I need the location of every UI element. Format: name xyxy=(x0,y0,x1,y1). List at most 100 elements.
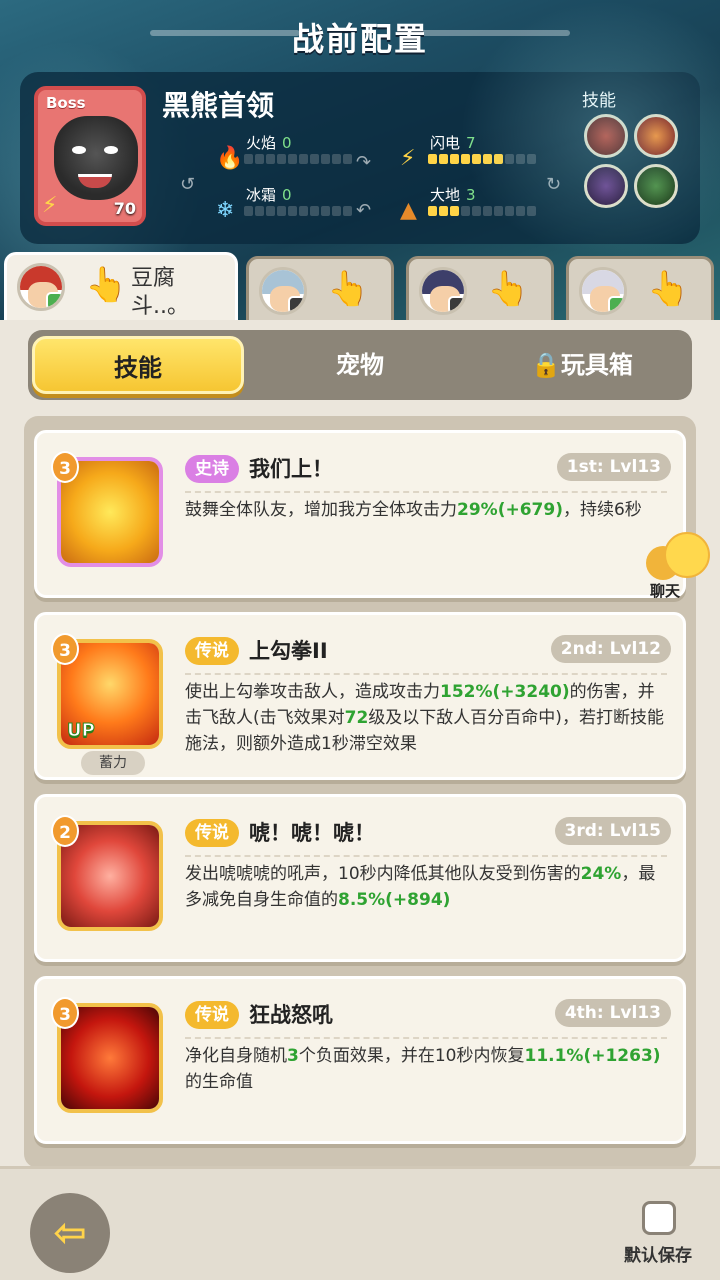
element-lightning-label: 闪电 7 xyxy=(430,134,476,152)
rarity-badge: 史诗 xyxy=(185,455,239,483)
element-bar-segment xyxy=(439,154,448,164)
lightning-icon: ⚡ xyxy=(42,193,58,218)
skill-name: 唬！唬！唬！ xyxy=(249,821,375,845)
element-bar-segment xyxy=(277,206,286,216)
chat-badge-icon xyxy=(46,292,62,308)
element-bar-segment xyxy=(472,154,481,164)
page-title: 战前配置 xyxy=(291,20,428,58)
tap-hand-icon: 👆 xyxy=(85,265,128,305)
element-bar-segment xyxy=(343,206,352,216)
skill-slot-tag: 2nd: Lvl12 xyxy=(550,635,671,663)
element-bar-segment xyxy=(310,154,319,164)
element-bar-segment xyxy=(527,206,536,216)
hero-tab-2[interactable]: 👆 xyxy=(246,256,394,322)
skill-card-4[interactable]: 3 传说 狂战怒吼 4th: Lvl13 净化自身随机3个负面效果，并在10秒内… xyxy=(34,976,686,1144)
tap-hand-icon: 👆 xyxy=(487,269,530,309)
tab-toybox-label: 玩具箱 xyxy=(560,351,633,379)
hero-avatar xyxy=(579,267,627,315)
boss-skill-icon[interactable] xyxy=(634,114,678,158)
skill-name: 上勾拳II xyxy=(249,639,328,663)
element-bar-segment xyxy=(483,206,492,216)
boss-skill-icon[interactable] xyxy=(634,164,678,208)
earth-icon: ▲ xyxy=(400,198,417,223)
footer-bar: ⇦ 默认保存 xyxy=(0,1166,720,1280)
element-bar-segment xyxy=(321,206,330,216)
rarity-badge: 传说 xyxy=(185,637,239,665)
element-bar-segment xyxy=(428,206,437,216)
element-earth-label: 大地 3 xyxy=(430,186,476,204)
lightning-icon: ⚡ xyxy=(400,146,416,171)
skill-card-3[interactable]: 2 传说 唬！唬！唬！ 3rd: Lvl15 发出唬唬唬的吼声，10秒内降低其他… xyxy=(34,794,686,962)
element-bar-segment xyxy=(461,154,470,164)
chat-badge-icon xyxy=(448,296,464,312)
rarity-badge: 传说 xyxy=(185,1001,239,1029)
hero-avatar xyxy=(259,267,307,315)
boss-portrait[interactable]: Boss ⚡ 70 xyxy=(34,86,146,226)
chat-button[interactable]: 聊天 xyxy=(646,532,712,604)
boss-skill-icon[interactable] xyxy=(584,164,628,208)
skill-card-2[interactable]: UP 3 蓄力 传说 上勾拳II 2nd: Lvl12 使出上勾拳攻击敌人，造成… xyxy=(34,612,686,780)
element-fire-label: 火焰 0 xyxy=(246,134,292,152)
element-bar-segment xyxy=(310,206,319,216)
main-content: 技能 宠物 🔒玩具箱 3 史诗 我们上！ 1st: Lvl13 鼓舞全体队友，增… xyxy=(0,320,720,1280)
tap-hand-icon: 👆 xyxy=(647,269,690,309)
skill-rank-badge: 3 xyxy=(51,633,79,665)
skill-name: 我们上！ xyxy=(249,457,333,481)
element-bar-segment xyxy=(516,206,525,216)
tab-toybox[interactable]: 🔒玩具箱 xyxy=(476,336,688,394)
element-fire: 🔥 火焰 0 xyxy=(216,132,416,176)
divider xyxy=(185,1037,667,1039)
hero-tab-3[interactable]: 👆 xyxy=(406,256,554,322)
skill-name: 狂战怒吼 xyxy=(249,1003,333,1027)
skill-rank-badge: 3 xyxy=(51,451,79,483)
skill-card-1[interactable]: 3 史诗 我们上！ 1st: Lvl13 鼓舞全体队友，增加我方全体攻击力29%… xyxy=(34,430,686,598)
element-bar-segment xyxy=(343,154,352,164)
back-arrow-icon: ⇦ xyxy=(53,1210,87,1256)
element-earth-bar xyxy=(428,206,536,216)
element-bar-segment xyxy=(255,154,264,164)
category-tabs: 技能 宠物 🔒玩具箱 xyxy=(28,330,692,400)
chat-badge-icon xyxy=(288,296,304,312)
boss-tag: Boss xyxy=(46,94,86,112)
rarity-badge: 传说 xyxy=(185,819,239,847)
chat-icon xyxy=(664,532,710,578)
element-bar-segment xyxy=(505,206,514,216)
element-bar-segment xyxy=(450,154,459,164)
element-bar-segment xyxy=(277,154,286,164)
swap-arrow-icon: ↻ xyxy=(546,174,562,195)
back-button[interactable]: ⇦ xyxy=(30,1193,110,1273)
element-earth: ▲ 大地 3 xyxy=(400,184,600,228)
element-bar-segment xyxy=(299,154,308,164)
swap-arrow-icon: ↺ xyxy=(180,174,196,195)
tap-hand-icon: 👆 xyxy=(327,269,370,309)
skill-list: 3 史诗 我们上！ 1st: Lvl13 鼓舞全体队友，增加我方全体攻击力29%… xyxy=(24,416,696,1168)
tab-pets[interactable]: 宠物 xyxy=(254,336,466,394)
divider xyxy=(185,673,667,675)
element-bar-segment xyxy=(321,154,330,164)
default-save-checkbox[interactable] xyxy=(642,1201,676,1235)
skill-slot-tag: 1st: Lvl13 xyxy=(556,453,671,481)
hero-tab-1[interactable]: 👆 豆腐斗..。 xyxy=(4,252,238,322)
boss-skill-icon[interactable] xyxy=(584,114,628,158)
element-bar-segment xyxy=(494,206,503,216)
element-bar-segment xyxy=(332,154,341,164)
element-bar-segment xyxy=(255,206,264,216)
tab-skills[interactable]: 技能 xyxy=(32,336,244,394)
element-lightning: ⚡ 闪电 7 xyxy=(400,132,600,176)
element-bar-segment xyxy=(428,154,437,164)
element-bar-segment xyxy=(494,154,503,164)
element-bar-segment xyxy=(266,206,275,216)
boss-level: 70 xyxy=(113,199,136,218)
hero-name: 豆腐斗..。 xyxy=(131,266,189,319)
hero-avatar xyxy=(17,263,65,311)
element-ice: ❄ 冰霜 0 xyxy=(216,184,416,228)
element-bar-segment xyxy=(244,206,253,216)
skill-slot-tag: 3rd: Lvl15 xyxy=(554,817,671,845)
element-bar-segment xyxy=(516,154,525,164)
hero-tab-4[interactable]: 👆 xyxy=(566,256,714,322)
element-ice-label: 冰霜 0 xyxy=(246,186,292,204)
divider xyxy=(185,491,667,493)
element-ice-bar xyxy=(244,206,352,216)
default-save-label: 默认保存 xyxy=(624,1246,692,1266)
bear-eye-right xyxy=(104,146,118,154)
